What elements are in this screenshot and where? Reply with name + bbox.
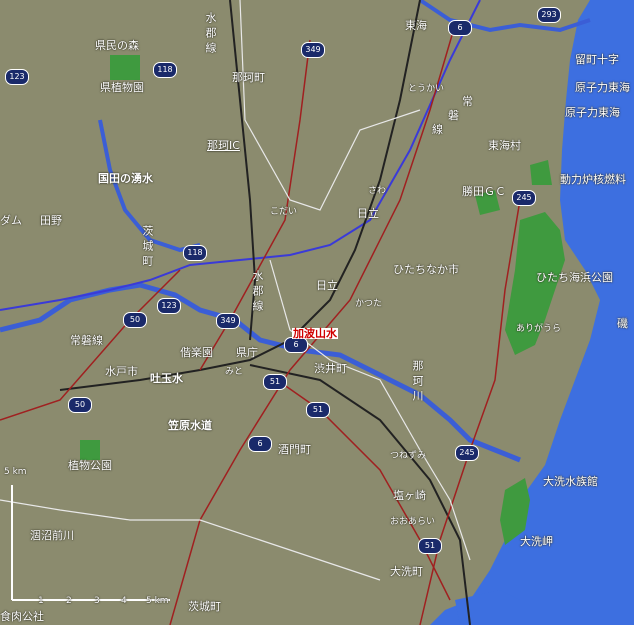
map-label: 田野 [40,214,62,227]
park-south [80,440,100,460]
map-label: 涸沼前川 [30,529,74,542]
map-label: 勝田ＧＣ [462,185,506,198]
map-label: 県民の森 [95,39,139,52]
route-shield: 51 [263,374,287,390]
map-label: とうかい [408,84,445,94]
map-label: 吐玉水 [150,372,183,385]
map-label: 日立 [316,279,338,292]
map-label: 国田の湧水 [98,172,153,185]
scale-tick: 3 [94,596,100,606]
map-label: 日立 [357,207,379,220]
map-label: 原子力東海 [575,81,630,94]
scale-tick: 4 [121,596,127,606]
map-label: 茨城町 [188,600,221,613]
map-label: つねずみ [390,451,427,461]
map-label: ダム [0,214,22,227]
map-label: 水郡線 [204,12,217,57]
route-shield: 123 [157,298,181,314]
route-shield: 6 [448,20,472,36]
map-label: 磯 [617,317,628,330]
map-label: 那珂川 [411,360,424,405]
park-tokai [530,160,552,185]
park-kenmin [110,55,140,80]
route-shield: 50 [123,312,147,328]
map-label: こだい [270,207,298,217]
map-label: 那珂町 [232,71,265,84]
map-label: 茨城町 [141,225,154,270]
map-label: 笠原水道 [168,419,212,432]
map-label: 東海 [405,19,427,32]
map-label: 酒門町 [278,443,311,456]
map-label: 大洗水族館 [543,475,598,488]
map-label: 偕楽園 [180,346,213,359]
map-label: ひたち海浜公園 [536,271,613,284]
road-6 [169,24,456,625]
map-label: かつた [355,299,383,309]
map-label: 県植物園 [100,81,144,94]
route-shield: 349 [301,42,325,58]
route-shield: 51 [418,538,442,554]
route-shield: 118 [183,245,207,261]
scale-label: 5 km [4,467,27,477]
map-label: 常 [462,95,473,108]
route-shield: 349 [216,313,240,329]
scale-bar [11,485,170,601]
scale-tick: 2 [66,596,72,606]
map-label: おおあらい [390,517,436,527]
kashima-line [249,364,471,625]
map-label: 大洗岬 [520,535,553,548]
map-label: 渋井町 [314,362,347,375]
scale-tick: 5 km [146,596,169,606]
route-shield: 123 [5,69,29,85]
route-shield: 245 [455,445,479,461]
map-canvas [0,0,634,625]
map-label: 磐 [448,109,459,122]
route-shield: 245 [512,190,536,206]
map-label: ひたちなか市 [393,263,459,276]
map-label: 原子力東海 [565,106,620,119]
map-label: 留町十字 [575,53,619,66]
map-label: 植物公園 [68,459,112,472]
map-label: 東海村 [488,139,521,152]
road-51 [269,374,451,601]
corner-label: 食肉公社 [0,610,44,623]
sea-bay [455,590,520,625]
map-label: 塩ヶ崎 [393,489,426,502]
kuji-river [418,0,591,33]
route-shield: 6 [248,436,272,452]
route-shield: 118 [153,62,177,78]
route-shield: 51 [306,402,330,418]
map-label: 那珂IC [207,139,240,152]
map-label: 大洗町 [390,565,423,578]
map-view[interactable]: 293 6 349 118 123 118 123 50 349 51 51 5… [0,0,634,625]
map-label: 線 [432,123,443,136]
map-label: 常磐線 [70,334,103,347]
scale-tick: 1 [38,596,44,606]
map-label: 水戸市 [105,365,138,378]
map-label: 加波山水 [292,327,338,340]
route-shield: 293 [537,7,561,23]
map-label: さわ [368,186,387,196]
map-label: ありがうら [516,324,562,334]
route-shield: 50 [68,397,92,413]
map-label: 県庁 [236,346,258,359]
map-label: みと [225,367,244,377]
map-label: 水郡線 [251,270,264,315]
map-label: 動力炉核燃料 [560,173,626,186]
